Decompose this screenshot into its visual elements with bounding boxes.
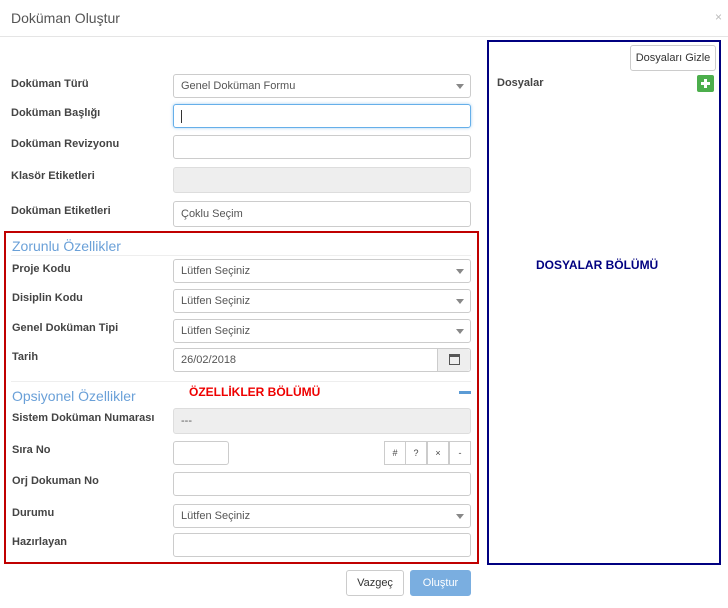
calendar-glyph xyxy=(449,354,460,365)
minus-icon[interactable] xyxy=(459,391,471,394)
system-doc-no-input: --- xyxy=(173,408,471,434)
folder-tags-label: Klasör Etiketleri xyxy=(11,170,95,182)
files-section-highlight xyxy=(487,40,721,565)
system-doc-no-value: --- xyxy=(181,415,192,427)
required-divider xyxy=(11,255,471,256)
orig-doc-no-label: Orj Dokuman No xyxy=(12,475,99,487)
folder-tags-input xyxy=(173,167,471,193)
optional-heading: Opsiyonel Özellikler xyxy=(12,388,136,404)
doc-type-label: Doküman Türü xyxy=(11,78,89,90)
general-doc-type-label: Genel Doküman Tipi xyxy=(12,322,119,334)
modal-title: Doküman Oluştur xyxy=(11,10,120,26)
help-button[interactable]: ? xyxy=(405,441,427,465)
discipline-code-value: Lütfen Seçiniz xyxy=(181,295,251,307)
create-button[interactable]: Oluştur xyxy=(410,570,471,596)
required-heading: Zorunlu Özellikler xyxy=(12,238,121,254)
date-input[interactable]: 26/02/2018 xyxy=(173,348,471,372)
files-label: Dosyalar xyxy=(497,77,544,89)
general-doc-type-select[interactable]: Lütfen Seçiniz xyxy=(173,319,471,343)
text-caret xyxy=(181,109,182,123)
doc-revision-input[interactable] xyxy=(173,135,471,159)
modal-header: Doküman Oluştur × xyxy=(0,0,728,37)
doc-title-label: Doküman Başlığı xyxy=(11,107,101,119)
files-annotation: DOSYALAR BÖLÜMÜ xyxy=(536,258,659,272)
doc-tags-placeholder: Çoklu Seçim xyxy=(181,208,243,220)
status-select[interactable]: Lütfen Seçiniz xyxy=(173,504,471,528)
doc-tags-label: Doküman Etiketleri xyxy=(11,205,111,217)
calendar-icon[interactable] xyxy=(437,349,470,371)
optional-divider xyxy=(11,381,471,382)
cancel-button[interactable]: Vazgeç xyxy=(346,570,404,596)
doc-type-select[interactable]: Genel Doküman Formu xyxy=(173,74,471,98)
project-code-value: Lütfen Seçiniz xyxy=(181,265,251,277)
prepared-by-input[interactable] xyxy=(173,533,471,557)
minus-button[interactable]: - xyxy=(449,441,471,465)
status-value: Lütfen Seçiniz xyxy=(181,510,251,522)
date-label: Tarih xyxy=(12,351,39,363)
status-label: Durumu xyxy=(12,507,55,519)
system-doc-no-label: Sistem Doküman Numarası xyxy=(12,412,155,424)
doc-type-value: Genel Doküman Formu xyxy=(181,80,296,92)
orig-doc-no-input[interactable] xyxy=(173,472,471,496)
discipline-code-select[interactable]: Lütfen Seçiniz xyxy=(173,289,471,313)
general-doc-type-value: Lütfen Seçiniz xyxy=(181,325,251,337)
seq-no-input[interactable] xyxy=(173,441,229,465)
project-code-select[interactable]: Lütfen Seçiniz xyxy=(173,259,471,283)
hash-button[interactable]: # xyxy=(384,441,406,465)
doc-revision-label: Doküman Revizyonu xyxy=(11,138,120,150)
prepared-by-label: Hazırlayan xyxy=(12,536,68,548)
hide-files-button[interactable]: Dosyaları Gizle xyxy=(630,45,716,71)
doc-title-input[interactable] xyxy=(173,104,471,128)
close-icon[interactable]: × xyxy=(715,10,722,24)
discipline-code-label: Disiplin Kodu xyxy=(12,292,83,304)
project-code-label: Proje Kodu xyxy=(12,263,71,275)
date-value: 26/02/2018 xyxy=(181,354,237,366)
clear-button[interactable]: × xyxy=(427,441,449,465)
seq-no-label: Sıra No xyxy=(12,444,51,456)
properties-annotation: ÖZELLİKLER BÖLÜMÜ xyxy=(189,385,321,399)
plus-icon[interactable] xyxy=(697,75,714,92)
doc-tags-multiselect[interactable]: Çoklu Seçim xyxy=(173,201,471,227)
